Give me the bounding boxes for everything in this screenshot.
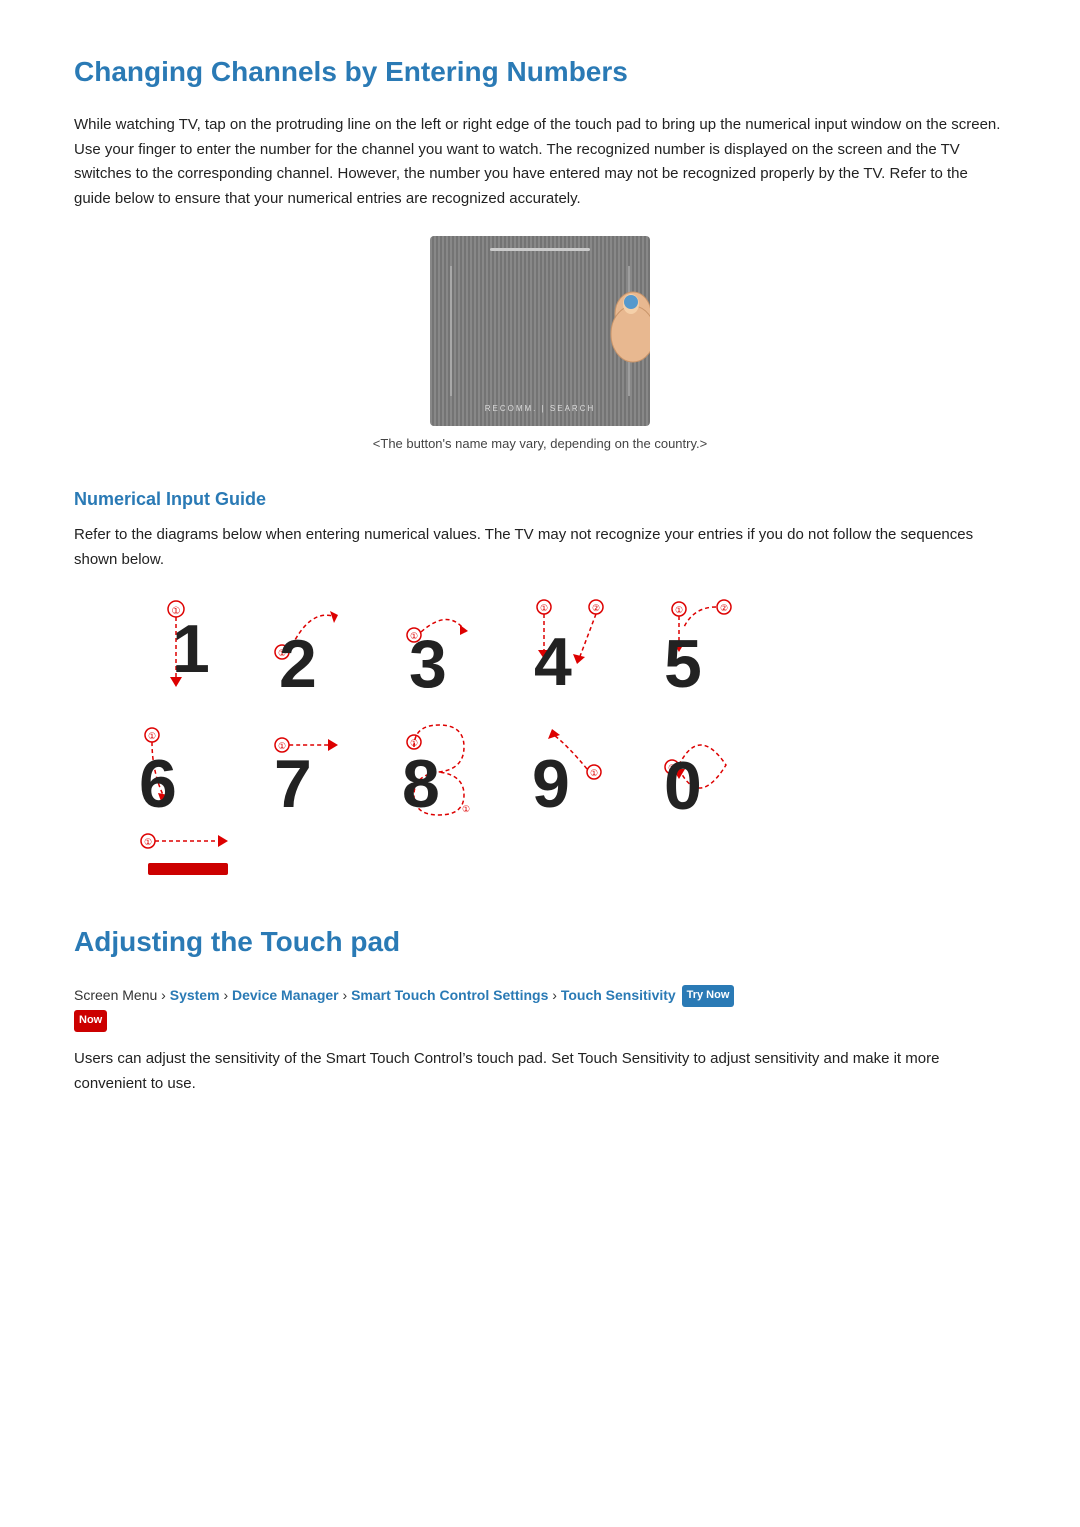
digit-0: ① 0 (654, 717, 744, 817)
breadcrumb-chevron4: › (552, 987, 561, 1003)
digit-3: ① 3 (394, 597, 484, 697)
digit-1: ① 1 (134, 597, 224, 697)
section2-subtitle: Numerical Input Guide (74, 485, 1006, 514)
breadcrumb-chevron3: › (343, 987, 352, 1003)
section-adjusting-touchpad: Adjusting the Touch pad Screen Menu › Sy… (74, 920, 1006, 1097)
breadcrumb-touch-sensitivity[interactable]: Touch Sensitivity (561, 987, 676, 1003)
section1-body: While watching TV, tap on the protruding… (74, 113, 1006, 212)
touchpad-top-bar (490, 248, 590, 251)
breadcrumb-prefix: Screen Menu (74, 987, 157, 1003)
touchpad-bottom-label: RECOMM. | SEARCH (485, 403, 596, 416)
svg-text:6: 6 (139, 746, 177, 822)
digit-7: ① 7 (264, 717, 354, 817)
digit-5: ② ① 5 (654, 597, 744, 697)
breadcrumb-chevron1: › (161, 987, 170, 1003)
svg-text:①: ① (144, 837, 152, 847)
section-numerical-guide: Numerical Input Guide Refer to the diagr… (74, 485, 1006, 882)
svg-text:①: ① (148, 731, 156, 741)
digit-2: ① 2 (264, 597, 354, 697)
digit-8: ① ① 8 (394, 717, 484, 817)
svg-text:①: ① (590, 768, 598, 778)
svg-text:0: 0 (664, 748, 702, 824)
svg-text:①: ① (675, 605, 683, 615)
breadcrumb-device-manager[interactable]: Device Manager (232, 987, 339, 1003)
svg-text:②: ② (720, 603, 728, 613)
breadcrumb-smart-touch[interactable]: Smart Touch Control Settings (351, 987, 548, 1003)
svg-text:1: 1 (172, 611, 210, 687)
breadcrumb-system[interactable]: System (170, 987, 220, 1003)
svg-text:3: 3 (409, 626, 447, 702)
numbers-row-1: ① 1 ① 2 (134, 597, 744, 697)
svg-text:4: 4 (534, 624, 572, 700)
svg-text:①: ① (462, 804, 470, 814)
touchpad-left-line (450, 266, 452, 396)
svg-text:7: 7 (274, 746, 312, 822)
svg-text:9: 9 (532, 746, 570, 822)
svg-text:5: 5 (664, 626, 702, 702)
touchpad-image-container: RECOMM. | SEARCH <The button's name may … (74, 236, 1006, 455)
touchpad-caption: <The button's name may vary, depending o… (373, 434, 707, 455)
breadcrumb-chevron2: › (223, 987, 232, 1003)
numbers-grid: ① 1 ① 2 (134, 597, 1006, 817)
dash-row: ① (134, 827, 1006, 882)
section2-body: Refer to the diagrams below when enterin… (74, 523, 1006, 573)
numbers-row-2: ① 6 ① 7 (134, 717, 744, 817)
breadcrumb: Screen Menu › System › Device Manager › … (74, 983, 1006, 1033)
section3-title: Adjusting the Touch pad (74, 920, 1006, 965)
touchpad-illustration: RECOMM. | SEARCH (430, 236, 650, 426)
svg-text:②: ② (592, 603, 600, 613)
try-now-badge[interactable]: Try Now (682, 985, 735, 1007)
svg-text:2: 2 (279, 626, 317, 702)
section3-body: Users can adjust the sensitivity of the … (74, 1047, 1006, 1097)
svg-text:①: ① (540, 603, 548, 613)
digit-4: ① ② 4 (524, 597, 614, 697)
section3-touch-sensitivity-link[interactable]: Touch Sensitivity (578, 1050, 690, 1067)
digit-6: ① 6 (134, 717, 224, 817)
section-changing-channels: Changing Channels by Entering Numbers Wh… (74, 50, 1006, 455)
digit-9: ① 9 (524, 717, 614, 817)
section1-title: Changing Channels by Entering Numbers (74, 50, 1006, 95)
section3-body-prefix: Users can adjust the sensitivity of the … (74, 1050, 574, 1067)
try-now-bottom-badge[interactable]: Now (74, 1010, 107, 1032)
finger-illustration (603, 284, 650, 377)
svg-text:8: 8 (402, 746, 440, 822)
